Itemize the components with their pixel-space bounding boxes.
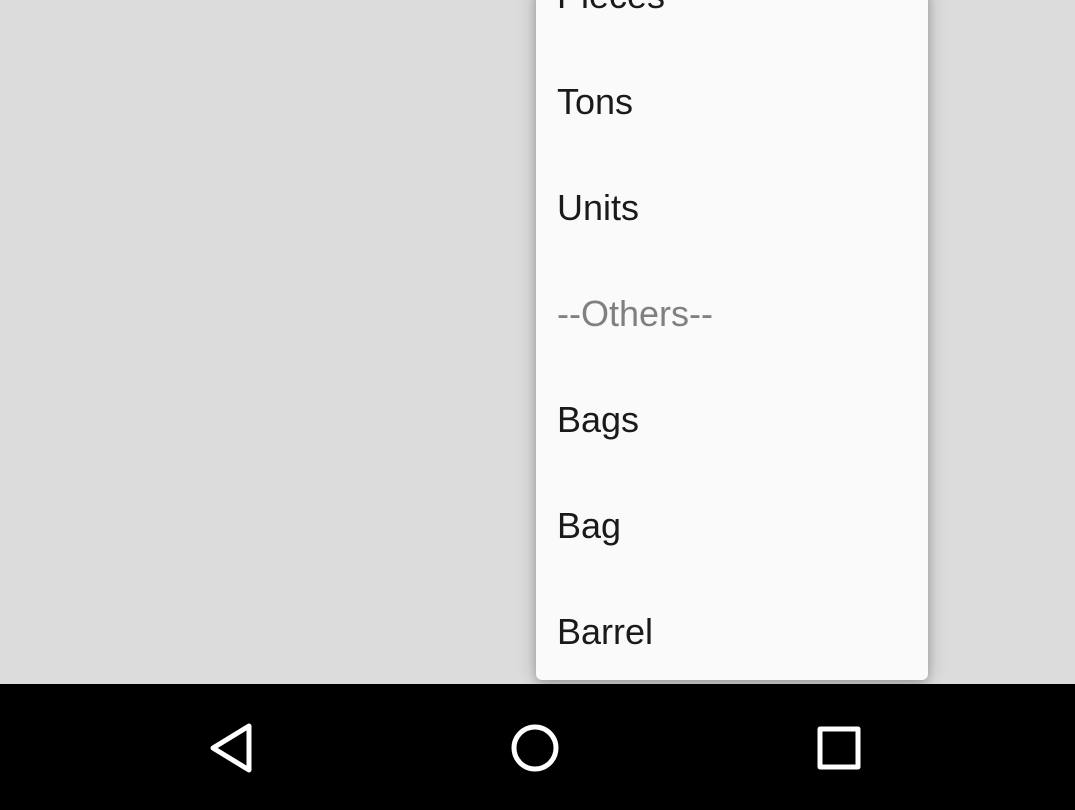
navigation-bar (0, 684, 1075, 810)
back-button[interactable] (192, 708, 272, 788)
unit-dropdown-menu: Pieces Tons Units --Others-- Bags Bag Ba… (536, 0, 928, 680)
recents-button[interactable] (798, 708, 878, 788)
dropdown-option-barrel[interactable]: Barrel (536, 579, 928, 680)
dropdown-option-bags[interactable]: Bags (536, 367, 928, 473)
back-triangle-icon (210, 723, 252, 773)
home-circle-icon (511, 724, 559, 772)
dropdown-option-bag[interactable]: Bag (536, 473, 928, 579)
dropdown-option-pieces[interactable]: Pieces (536, 0, 928, 49)
home-button[interactable] (495, 708, 575, 788)
dropdown-group-header-others: --Others-- (557, 293, 713, 334)
screen: Pieces Tons Units --Others-- Bags Bag Ba… (0, 0, 1075, 810)
dropdown-option-tons[interactable]: Tons (536, 49, 928, 155)
recents-square-icon (817, 726, 861, 770)
dropdown-option-units[interactable]: Units (536, 155, 928, 261)
unit-options-list[interactable]: Pieces Tons Units --Others-- Bags Bag Ba… (536, 0, 928, 680)
